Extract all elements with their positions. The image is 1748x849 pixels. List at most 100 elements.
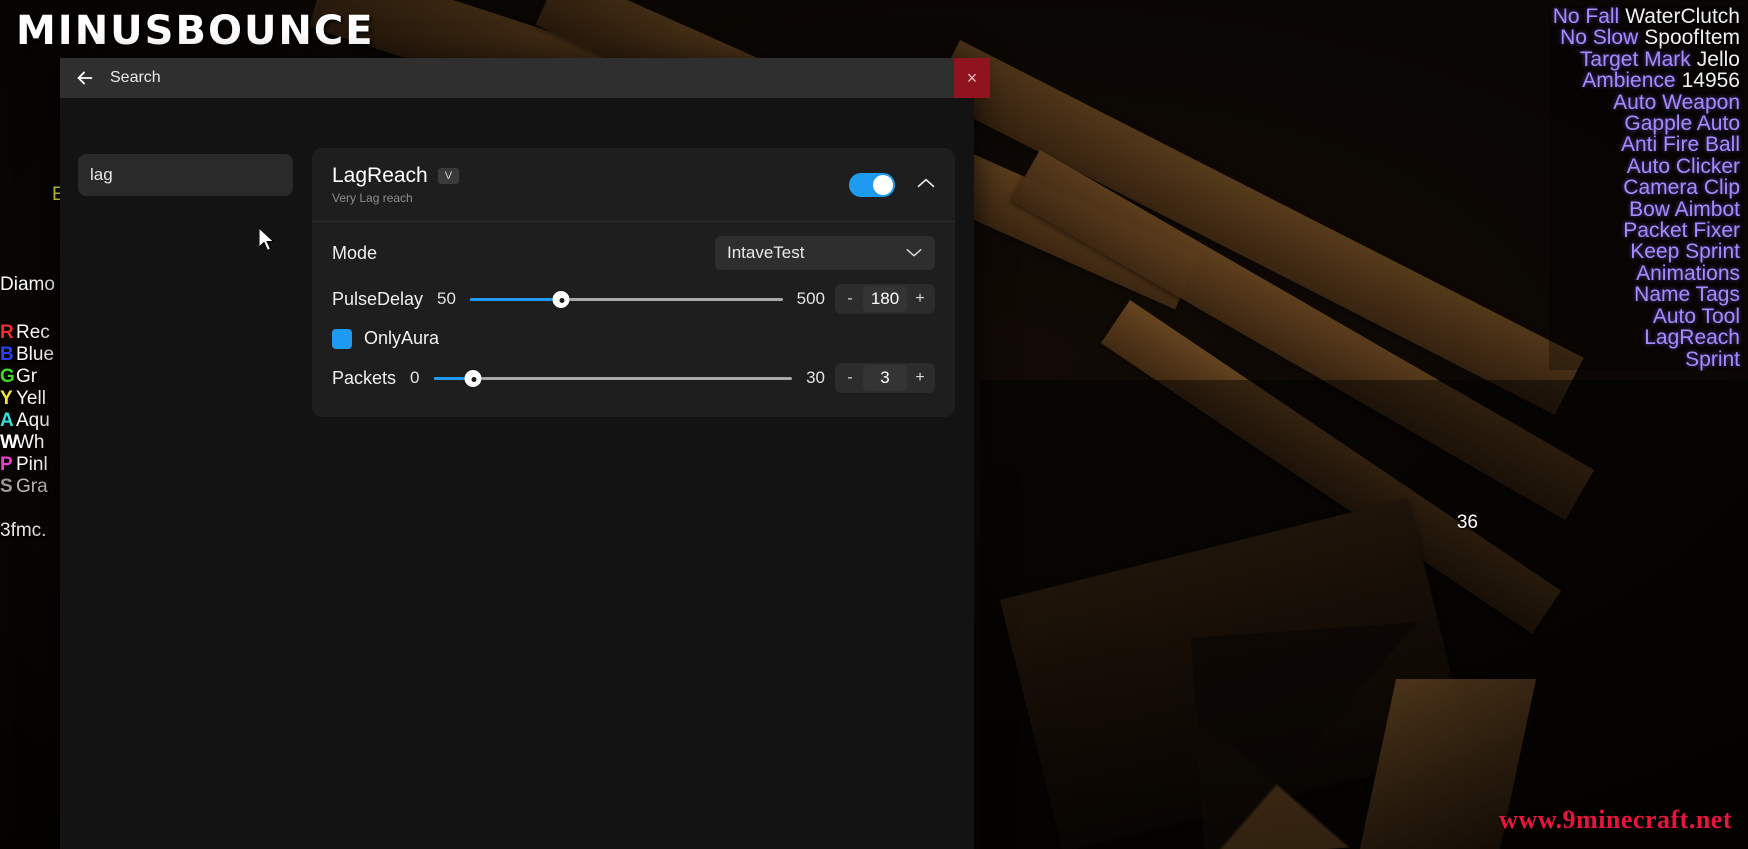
hud-module-name: Keep Sprint: [1630, 240, 1740, 264]
hud-module-row: Camera Clip: [1548, 176, 1744, 200]
module-card-body: Mode IntaveTest PulseDelay 50 500 - 180 …: [312, 222, 955, 417]
hud-module-name: Animations: [1636, 261, 1740, 285]
hud-module-name: Auto Clicker: [1626, 154, 1740, 178]
search-box[interactable]: [78, 154, 328, 196]
module-keybind-badge[interactable]: V: [437, 168, 460, 184]
window-title: Search: [110, 69, 161, 86]
setting-row-onlyaura: OnlyAura: [312, 320, 955, 357]
module-description: Very Lag reach: [332, 191, 413, 205]
hud-module-row: No Fall WaterClutch: [1548, 5, 1744, 28]
color-name: Gra: [16, 475, 48, 497]
pulsedelay-min: 50: [437, 289, 456, 308]
hud-module-row: Animations: [1548, 261, 1744, 285]
packets-value[interactable]: 3: [863, 365, 907, 391]
window-body: LagReach V Very Lag reach: [60, 98, 974, 849]
hud-module-row: Packet Fixer: [1548, 219, 1744, 243]
app-logo: MINUSBOUNCE: [16, 8, 375, 54]
color-key: W: [0, 431, 18, 453]
search-input[interactable]: [90, 165, 311, 185]
hud-module-row: Target Mark Jello: [1548, 47, 1744, 71]
hud-module-row: LagReach: [1548, 326, 1744, 350]
mode-dropdown[interactable]: IntaveTest: [715, 236, 935, 270]
pulsedelay-stepper: - 180 +: [835, 284, 935, 314]
hud-module-row: Bow Aimbot: [1548, 197, 1744, 221]
item-count: 36: [1456, 512, 1478, 533]
slider-thumb[interactable]: [552, 290, 570, 308]
module-header-texts: LagReach V Very Lag reach: [332, 164, 849, 205]
hud-module-name: No Slow: [1560, 26, 1639, 50]
hud-module-name: Anti Fire Ball: [1620, 133, 1740, 157]
module-enable-toggle[interactable]: [849, 172, 895, 197]
slider-thumb[interactable]: [464, 369, 482, 387]
decrement-button[interactable]: -: [839, 369, 861, 387]
hud-module-row: Sprint: [1548, 347, 1744, 371]
setting-row-pulsedelay: PulseDelay 50 500 - 180 +: [312, 278, 955, 320]
hud-module-row: Name Tags: [1548, 283, 1744, 307]
color-key: A: [0, 409, 14, 431]
hud-module-suffix: SpoofItem: [1644, 26, 1740, 50]
color-key: G: [0, 365, 15, 387]
screen-root: MINUSBOUNCE E Diamo R Rec B Blue GGr Y Yell…: [0, 0, 1748, 849]
hud-module-suffix: WaterClutch: [1625, 5, 1740, 28]
packets-slider[interactable]: [433, 368, 793, 388]
hud-module-row: Auto Tool: [1548, 304, 1744, 328]
hud-module-suffix: Jello: [1696, 47, 1740, 71]
setting-row-packets: Packets 0 30 - 3 +: [312, 357, 955, 399]
module-card-header: LagReach V Very Lag reach: [312, 148, 955, 222]
hud-module-name: Bow Aimbot: [1629, 197, 1740, 221]
color-key: B: [0, 343, 14, 365]
hud-module-name: Name Tags: [1634, 283, 1740, 307]
chevron-up-icon[interactable]: [915, 174, 937, 195]
color-name: Gr: [16, 365, 38, 387]
packets-stepper: - 3 +: [835, 363, 935, 393]
color-name: Pinl: [16, 453, 48, 475]
hud-module-name: Packet Fixer: [1623, 219, 1740, 243]
pulsedelay-slider[interactable]: [469, 289, 783, 309]
color-name: Wh: [16, 431, 45, 453]
close-button[interactable]: ×: [954, 58, 990, 98]
color-key: S: [0, 475, 13, 497]
onlyaura-checkbox[interactable]: [332, 328, 352, 349]
color-key: R: [0, 321, 14, 343]
toggle-knob: [873, 174, 893, 195]
pulsedelay-max: 500: [796, 289, 825, 308]
increment-button[interactable]: +: [909, 290, 931, 308]
color-name: Blue: [16, 343, 55, 365]
color-name: Aqu: [16, 409, 50, 431]
hud-module-row: Anti Fire Ball: [1548, 133, 1744, 157]
hud-module-name: Auto Tool: [1652, 304, 1740, 328]
hud-module-name: Sprint: [1685, 347, 1740, 371]
hud-module-suffix: 14956: [1681, 69, 1740, 93]
mode-label: Mode: [332, 242, 378, 263]
module-card-lagreach: LagReach V Very Lag reach Mode IntaveTes…: [312, 148, 955, 417]
hud-module-name: LagReach: [1644, 326, 1740, 350]
hud-module-name: Camera Clip: [1623, 176, 1740, 200]
setting-row-mode: Mode IntaveTest: [312, 228, 955, 278]
decrement-button[interactable]: -: [839, 290, 861, 308]
hud-module-row: Ambience 14956: [1548, 69, 1744, 93]
hud-module-name: Gapple Auto: [1624, 112, 1740, 136]
packets-min: 0: [410, 368, 420, 387]
onlyaura-label: OnlyAura: [364, 328, 440, 348]
window-titlebar: Search ×: [60, 58, 990, 98]
hud-module-row: Auto Clicker: [1548, 154, 1744, 178]
hud-module-name: No Fall: [1552, 5, 1620, 28]
chevron-down-icon: [905, 246, 923, 261]
back-arrow-icon[interactable]: [68, 61, 102, 95]
packets-label: Packets: [332, 367, 397, 388]
color-name: Yell: [16, 387, 46, 409]
hud-module-row: Keep Sprint: [1548, 240, 1744, 264]
module-name: LagReach: [332, 164, 428, 187]
hud-module-name: Ambience: [1582, 69, 1676, 93]
increment-button[interactable]: +: [909, 369, 931, 387]
hud-module-name: Auto Weapon: [1613, 90, 1740, 114]
hud-module-list: No Fall WaterClutch No Slow SpoofItem Targ…: [1548, 5, 1744, 371]
clickgui-window: Search × lag LagReach V Very Lag reach M…: [60, 58, 990, 849]
module-title-row: LagReach V: [332, 164, 849, 188]
pulsedelay-value[interactable]: 180: [863, 286, 907, 312]
color-key: P: [0, 453, 13, 475]
held-sword: [1190, 620, 1456, 849]
site-watermark: www.9minecraft.net: [1499, 805, 1732, 834]
pulsedelay-label: PulseDelay: [332, 288, 424, 309]
mode-value: IntaveTest: [727, 243, 805, 262]
